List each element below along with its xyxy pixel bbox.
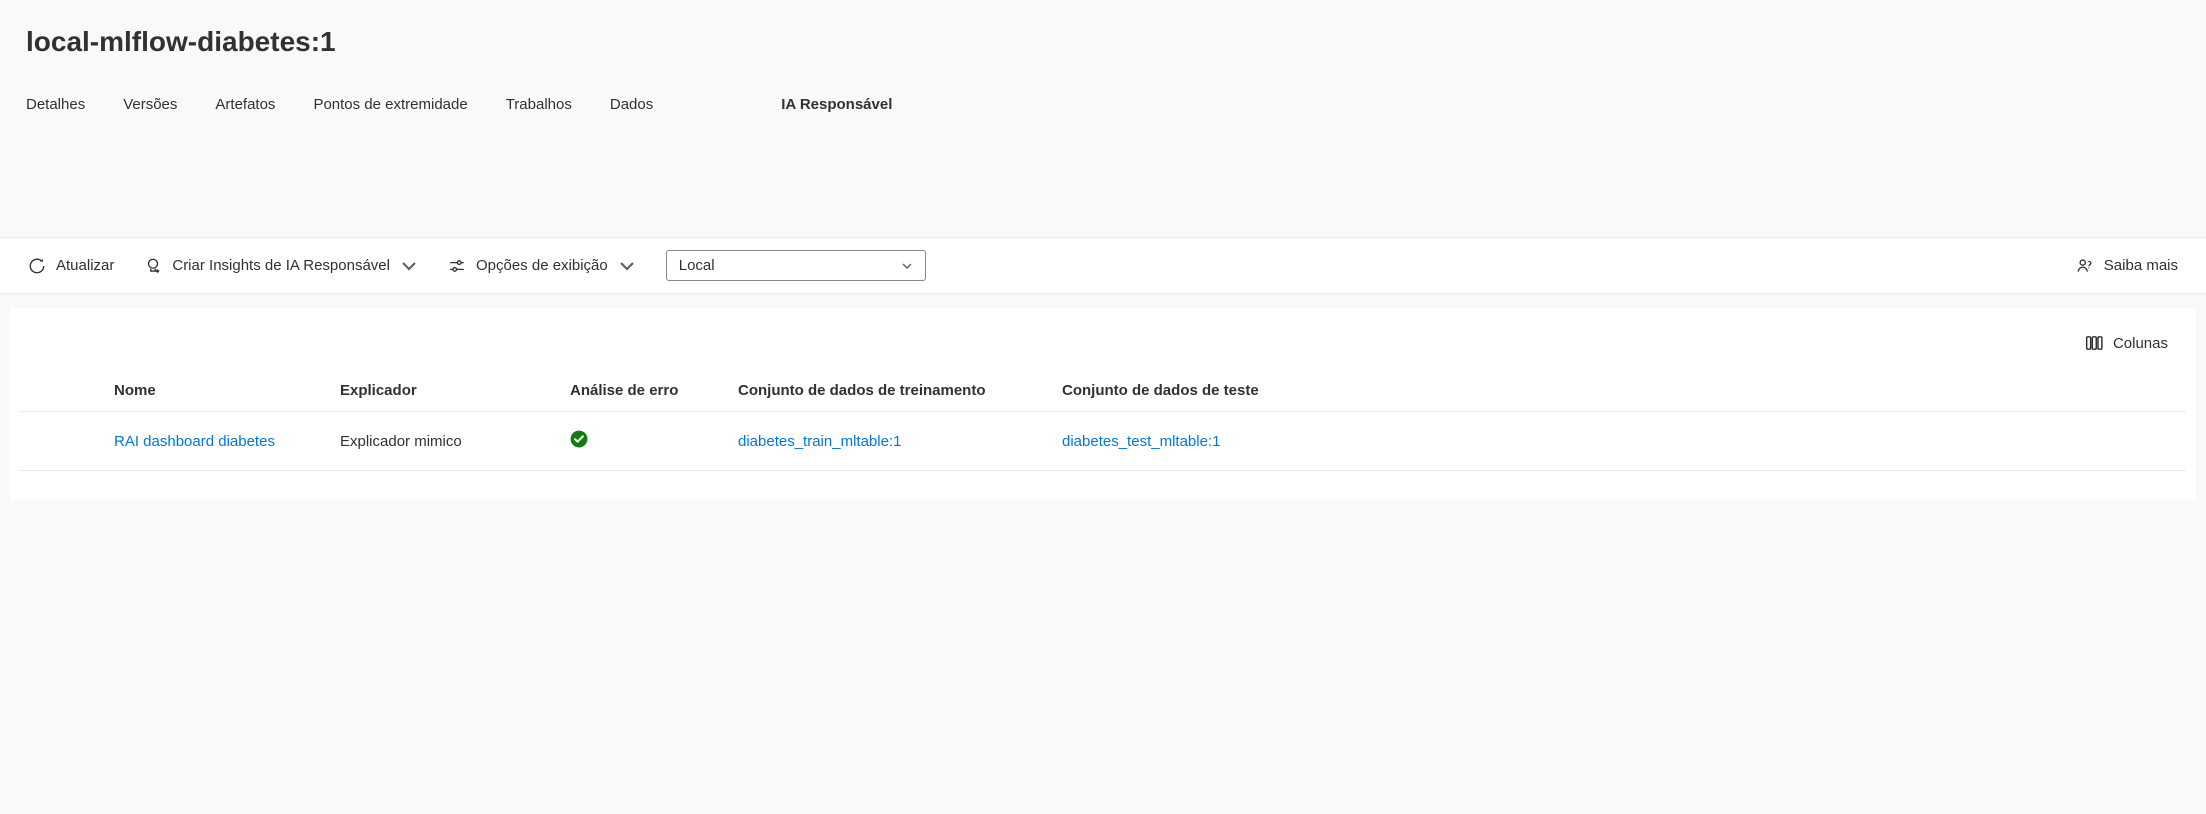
test-dataset-link[interactable]: diabetes_test_mltable:1 [1062,433,1220,450]
tab-jobs[interactable]: Trabalhos [506,96,572,113]
tab-endpoints[interactable]: Pontos de extremidade [313,96,467,113]
chevron-down-icon [901,260,913,272]
scope-selected-value: Local [679,257,715,274]
column-header-explainer[interactable]: Explicador [326,370,556,412]
tab-data[interactable]: Dados [610,96,653,113]
columns-icon [2085,334,2103,352]
view-options-label: Opções de exibição [476,257,608,274]
tab-bar: Detalhes Versões Artefatos Pontos de ext… [0,58,2206,137]
dashboard-name-link[interactable]: RAI dashboard diabetes [114,433,275,450]
toolbar: Atualizar Criar Insights de IA Responsáv… [0,237,2206,294]
learn-more-label: Saiba mais [2104,257,2178,274]
view-options-icon [448,257,466,275]
tab-artifacts[interactable]: Artefatos [215,96,275,113]
columns-button[interactable]: Colunas [2085,334,2168,352]
column-header-test-dataset[interactable]: Conjunto de dados de teste [1048,370,2186,412]
scope-dropdown[interactable]: Local [666,250,926,281]
columns-label: Colunas [2113,335,2168,352]
create-rai-insights-button[interactable]: Criar Insights de IA Responsável [144,257,418,275]
chevron-down-icon [400,257,418,275]
rai-insights-icon [144,257,162,275]
learn-more-icon [2076,257,2094,275]
chevron-down-icon [618,257,636,275]
create-rai-label: Criar Insights de IA Responsável [172,257,390,274]
tab-responsible-ai[interactable]: IA Responsável [781,96,892,113]
refresh-icon [28,257,46,275]
rai-insights-table: Nome Explicador Análise de erro Conjunto… [20,370,2186,471]
table-row[interactable]: RAI dashboard diabetes Explicador mimico… [20,412,2186,471]
tab-versions[interactable]: Versões [123,96,177,113]
page-title: local-mlflow-diabetes:1 [0,0,2206,58]
content-panel: Colunas Nome Explicador Análise de erro … [10,308,2196,501]
check-circle-icon [570,430,588,448]
train-dataset-link[interactable]: diabetes_train_mltable:1 [738,433,901,450]
view-options-button[interactable]: Opções de exibição [448,257,636,275]
error-analysis-cell [556,412,724,471]
tab-details[interactable]: Detalhes [26,96,85,113]
refresh-button[interactable]: Atualizar [28,257,114,275]
learn-more-button[interactable]: Saiba mais [2076,257,2178,275]
explainer-cell: Explicador mimico [326,412,556,471]
column-header-train-dataset[interactable]: Conjunto de dados de treinamento [724,370,1048,412]
column-header-name[interactable]: Nome [100,370,326,412]
column-header-error-analysis[interactable]: Análise de erro [556,370,724,412]
refresh-label: Atualizar [56,257,114,274]
